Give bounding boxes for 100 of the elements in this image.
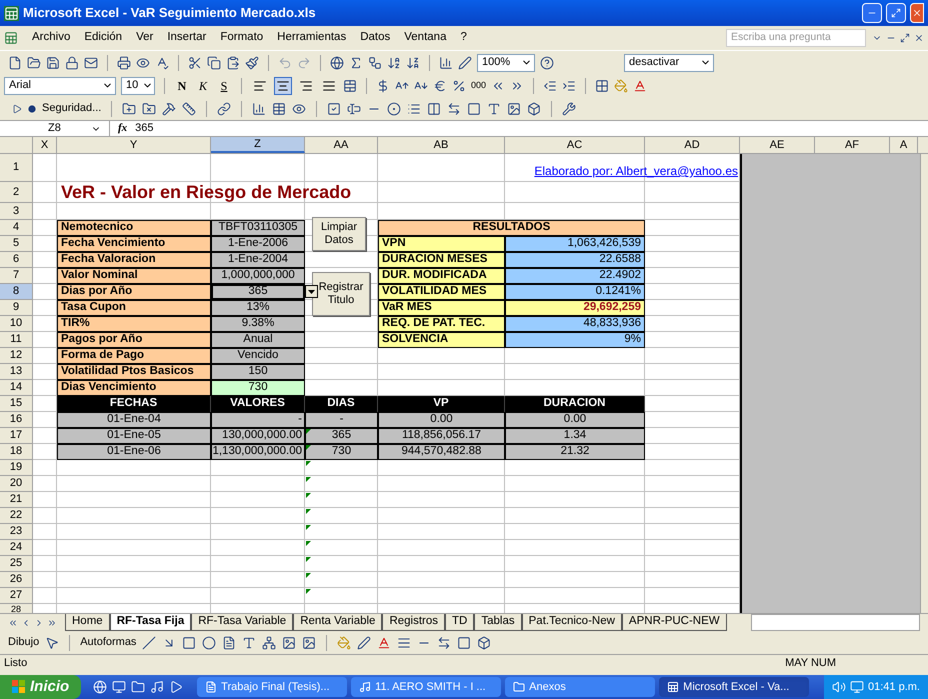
parameter-value[interactable]: 9.38% [211, 316, 305, 332]
indent-icon[interactable] [562, 78, 576, 92]
register-title-button[interactable]: Registrar Titulo [312, 272, 370, 316]
parameter-value[interactable]: Vencido [211, 348, 305, 364]
diagram-icon[interactable] [262, 636, 276, 650]
mail-icon[interactable] [84, 56, 98, 70]
music-icon[interactable] [150, 680, 164, 694]
square-icon[interactable] [467, 102, 482, 116]
parameter-value[interactable]: TBFT03110305 [211, 220, 305, 236]
menu-item[interactable]: Archivo [32, 29, 70, 47]
row-heading[interactable]: 8 [0, 284, 33, 300]
style-button[interactable]: S [216, 76, 232, 94]
letter-icon[interactable] [487, 102, 502, 116]
lock-icon[interactable] [65, 56, 79, 70]
row-heading[interactable]: 23 [0, 524, 33, 540]
menu-item[interactable]: Edición [84, 29, 122, 47]
pointer-icon[interactable] [45, 636, 60, 650]
sheet-tab[interactable]: RF-Tasa Fija [110, 614, 192, 631]
close-button[interactable] [910, 3, 924, 23]
row-heading[interactable]: 15 [0, 396, 33, 412]
security-button[interactable]: Seguridad... [42, 100, 102, 117]
first-sheet-icon[interactable] [8, 618, 18, 628]
zoom-combo[interactable]: 100% [477, 54, 535, 72]
style-button[interactable]: N [174, 76, 190, 94]
preview-icon[interactable] [292, 102, 306, 116]
parameter-value[interactable]: 730 [211, 380, 305, 396]
column-heading[interactable]: Z [211, 137, 305, 153]
thousands-button[interactable]: 000 [471, 78, 486, 92]
save-icon[interactable] [46, 56, 60, 70]
taskbar-button[interactable]: Anexos [505, 677, 656, 697]
copy-icon[interactable] [207, 56, 221, 70]
sheet-tab[interactable]: TD [445, 614, 474, 631]
preview-icon[interactable] [136, 56, 150, 70]
row-heading[interactable]: 21 [0, 492, 33, 508]
wrench-icon[interactable] [562, 102, 576, 116]
name-box[interactable]: Z8 [0, 121, 110, 136]
sheet-tab[interactable]: Pat.Tecnico-New [522, 614, 622, 631]
monitor-icon[interactable] [112, 680, 126, 694]
row-heading[interactable]: 19 [0, 460, 33, 476]
play-icon[interactable] [169, 680, 184, 694]
sheet-tab[interactable]: Home [65, 614, 110, 631]
horizontal-scrollbar[interactable] [750, 614, 920, 631]
start-button[interactable]: Inicio [0, 675, 82, 699]
row-heading[interactable]: 16 [0, 412, 33, 428]
diagram-icon[interactable] [368, 56, 382, 70]
font-combo[interactable]: Arial [4, 76, 116, 94]
sheet-tab[interactable]: RF-Tasa Variable [191, 614, 294, 631]
sheet-tab[interactable]: Tablas [474, 614, 522, 631]
row-heading[interactable]: 3 [0, 203, 33, 220]
paintbrush-icon[interactable] [245, 56, 259, 70]
row-heading[interactable]: 27 [0, 588, 33, 604]
parameter-value[interactable]: 1-Ene-2004 [211, 252, 305, 268]
ellipse-icon[interactable] [202, 636, 216, 650]
radio-icon[interactable] [387, 102, 402, 116]
row-heading[interactable]: 24 [0, 540, 33, 556]
menu-item[interactable]: Herramientas [277, 29, 346, 47]
row-heading[interactable]: 17 [0, 428, 33, 444]
paste-icon[interactable] [226, 56, 240, 70]
parameter-value[interactable]: 1,000,000,000 [211, 268, 305, 284]
folder-x-icon[interactable] [142, 102, 156, 116]
checkbox-icon[interactable] [327, 102, 342, 116]
column-heading[interactable]: AF [815, 137, 890, 153]
outdent-icon[interactable] [543, 78, 558, 92]
restore-icon[interactable] [900, 33, 910, 43]
row-heading[interactable]: 25 [0, 556, 33, 572]
column-heading[interactable]: AB [378, 137, 505, 153]
row-heading[interactable]: 26 [0, 572, 33, 588]
chart-icon[interactable] [252, 102, 266, 116]
dropdown-button[interactable] [305, 285, 318, 298]
rectangle-icon[interactable] [182, 636, 196, 650]
borders-icon[interactable] [595, 78, 610, 92]
pen-icon[interactable] [458, 56, 472, 70]
network-icon[interactable] [850, 680, 864, 694]
arrow-style-icon[interactable] [437, 636, 452, 650]
row-heading[interactable]: 2 [0, 182, 33, 203]
draw-menu-button[interactable]: Dibujo [8, 634, 40, 651]
percent-icon[interactable] [452, 78, 466, 92]
style-button[interactable]: K [195, 76, 211, 94]
row-heading[interactable]: 1 [0, 154, 33, 182]
scissors-icon[interactable] [188, 56, 202, 70]
row-heading[interactable]: 11 [0, 332, 33, 348]
taskbar-button[interactable]: Microsoft Excel - Va... [659, 677, 810, 697]
cube-icon[interactable] [477, 636, 492, 650]
maximize-button[interactable] [886, 3, 906, 23]
toolbar-combo[interactable]: desactivar [624, 54, 714, 72]
close-icon[interactable] [914, 33, 924, 43]
table-icon[interactable] [272, 102, 286, 116]
sheet-tab[interactable]: APNR-PUC-NEW [622, 614, 727, 631]
fill-color-icon[interactable] [614, 78, 628, 92]
autoshapes-menu-button[interactable]: Autoformas [80, 634, 136, 651]
help-icon[interactable] [540, 56, 554, 70]
spreadsheet-icon[interactable] [4, 31, 18, 45]
row-heading[interactable]: 13 [0, 364, 33, 380]
folder-plus-icon[interactable] [122, 102, 136, 116]
sheet-tab[interactable]: Renta Variable [293, 614, 382, 631]
menu-item[interactable]: ? [460, 29, 467, 47]
column-heading[interactable]: AA [305, 137, 378, 153]
row-heading[interactable]: 5 [0, 236, 33, 252]
text-field-icon[interactable] [347, 102, 362, 116]
arrows-icon[interactable] [447, 102, 462, 116]
